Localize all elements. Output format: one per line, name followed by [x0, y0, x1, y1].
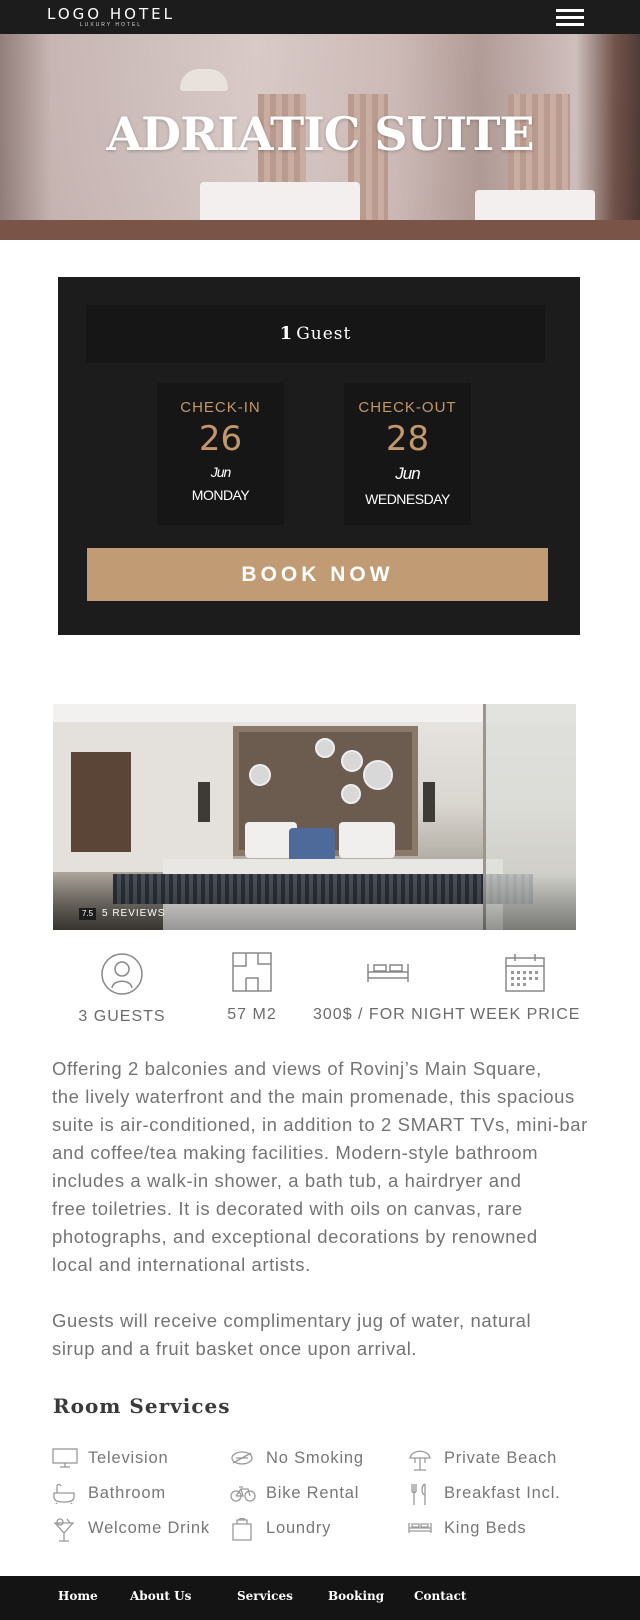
feature-guests: 3 GUESTS — [72, 952, 172, 1026]
check-out-month: Jun — [395, 464, 420, 483]
photo-wall-decor — [315, 738, 335, 758]
footer-link-home[interactable]: Home — [58, 1589, 98, 1603]
floor-plan-icon — [232, 952, 272, 992]
beach-umbrella-icon — [409, 1450, 431, 1471]
footer-link-services[interactable]: Services — [237, 1589, 293, 1603]
service-label: King Beds — [444, 1519, 527, 1537]
room-title: ADRIATIC SUITE — [106, 107, 534, 161]
room-photo[interactable] — [53, 704, 576, 930]
description-paragraph: Offering 2 balconies and views of Rovinj… — [52, 1058, 588, 1275]
hero-floor — [0, 220, 640, 240]
photo-wall-decor — [363, 760, 393, 790]
check-in-weekday: MONDAY — [191, 487, 250, 503]
check-out-weekday: WEDNESDAY — [365, 491, 450, 507]
service-label: No Smoking — [266, 1449, 364, 1467]
footer-link-about-us[interactable]: About Us — [130, 1589, 191, 1603]
booking-panel: 1 Guest CHECK-IN 26 Jun MONDAY CHECK-OUT … — [58, 277, 580, 635]
check-in-month: Jun — [210, 464, 232, 480]
check-in-label: CHECK-IN — [180, 399, 261, 416]
service-label: Television — [88, 1449, 169, 1467]
check-out-label: CHECK-OUT — [358, 399, 457, 416]
king-bed-icon — [408, 1523, 432, 1533]
photo-wall-decor — [249, 764, 271, 786]
guest-selector[interactable]: 1 Guest — [86, 305, 545, 363]
photo-pillow — [339, 822, 395, 858]
feature-week-price: WEEK PRICE — [470, 952, 580, 1024]
bathtub-icon — [53, 1483, 75, 1504]
room-description: Offering 2 balconies and views of Rovinj… — [52, 1055, 627, 1363]
photo-pendant-lamp — [198, 782, 210, 822]
television-icon — [52, 1448, 78, 1468]
no-smoking-icon — [231, 1451, 253, 1465]
room-services-heading: Room Services — [53, 1394, 231, 1418]
description-paragraph: Guests will receive complimentary jug of… — [52, 1310, 532, 1359]
bed-icon — [367, 964, 409, 982]
cocktail-icon — [53, 1518, 75, 1542]
service-label: Bike Rental — [266, 1484, 360, 1502]
review-count[interactable]: 5 REVIEWS — [102, 908, 165, 920]
feature-label: WEEK PRICE — [470, 1006, 581, 1023]
hero-banner: ADRIATIC SUITE — [0, 34, 640, 240]
logo-main-text: LOGO HOTEL — [47, 5, 175, 23]
service-label: Welcome Drink — [88, 1519, 210, 1537]
photo-shade — [53, 874, 576, 930]
check-out-date-picker[interactable]: CHECK-OUT 28 Jun WEDNESDAY — [344, 383, 471, 525]
photo-wall-decor — [341, 784, 361, 804]
book-now-button[interactable]: BOOK NOW — [87, 548, 548, 601]
laundry-icon — [232, 1517, 252, 1541]
footer-link-contact[interactable]: Contact — [414, 1589, 466, 1603]
user-icon — [101, 953, 143, 995]
check-in-day: 26 — [198, 419, 243, 459]
fork-knife-icon — [411, 1483, 426, 1505]
service-label: Private Beach — [444, 1449, 558, 1467]
footer-link-booking[interactable]: Booking — [328, 1589, 384, 1603]
check-out-day: 28 — [385, 419, 430, 459]
hamburger-menu-icon[interactable] — [556, 9, 584, 27]
service-label: Breakfast Incl. — [444, 1484, 561, 1502]
bicycle-icon — [230, 1486, 256, 1502]
review-score-badge: 7.5 — [79, 908, 97, 920]
feature-size: 57 M2 — [202, 952, 302, 1024]
service-label: Loundry — [266, 1519, 332, 1537]
calendar-icon — [505, 954, 545, 992]
hotel-logo[interactable]: LOGO HOTEL LUXURY HOTEL — [46, 6, 176, 28]
check-in-date-picker[interactable]: CHECK-IN 26 Jun MONDAY — [157, 383, 284, 525]
top-navigation-bar: LOGO HOTEL LUXURY HOTEL — [0, 0, 640, 34]
guest-count: 1 — [279, 323, 294, 344]
photo-door — [71, 752, 131, 852]
feature-label: 3 GUESTS — [78, 1008, 166, 1025]
guest-label: Guest — [296, 324, 352, 344]
photo-wall-decor — [341, 750, 363, 772]
feature-label: 300$ / FOR NIGHT — [313, 1006, 466, 1023]
footer-navigation: Home About Us Services Booking Contact — [0, 1576, 640, 1620]
feature-price: 300$ / FOR NIGHT — [313, 952, 466, 1024]
feature-label: 57 M2 — [227, 1006, 277, 1023]
service-label: Bathroom — [88, 1484, 166, 1502]
hero-ceiling-lamp — [180, 69, 228, 91]
photo-pendant-lamp — [423, 782, 435, 822]
